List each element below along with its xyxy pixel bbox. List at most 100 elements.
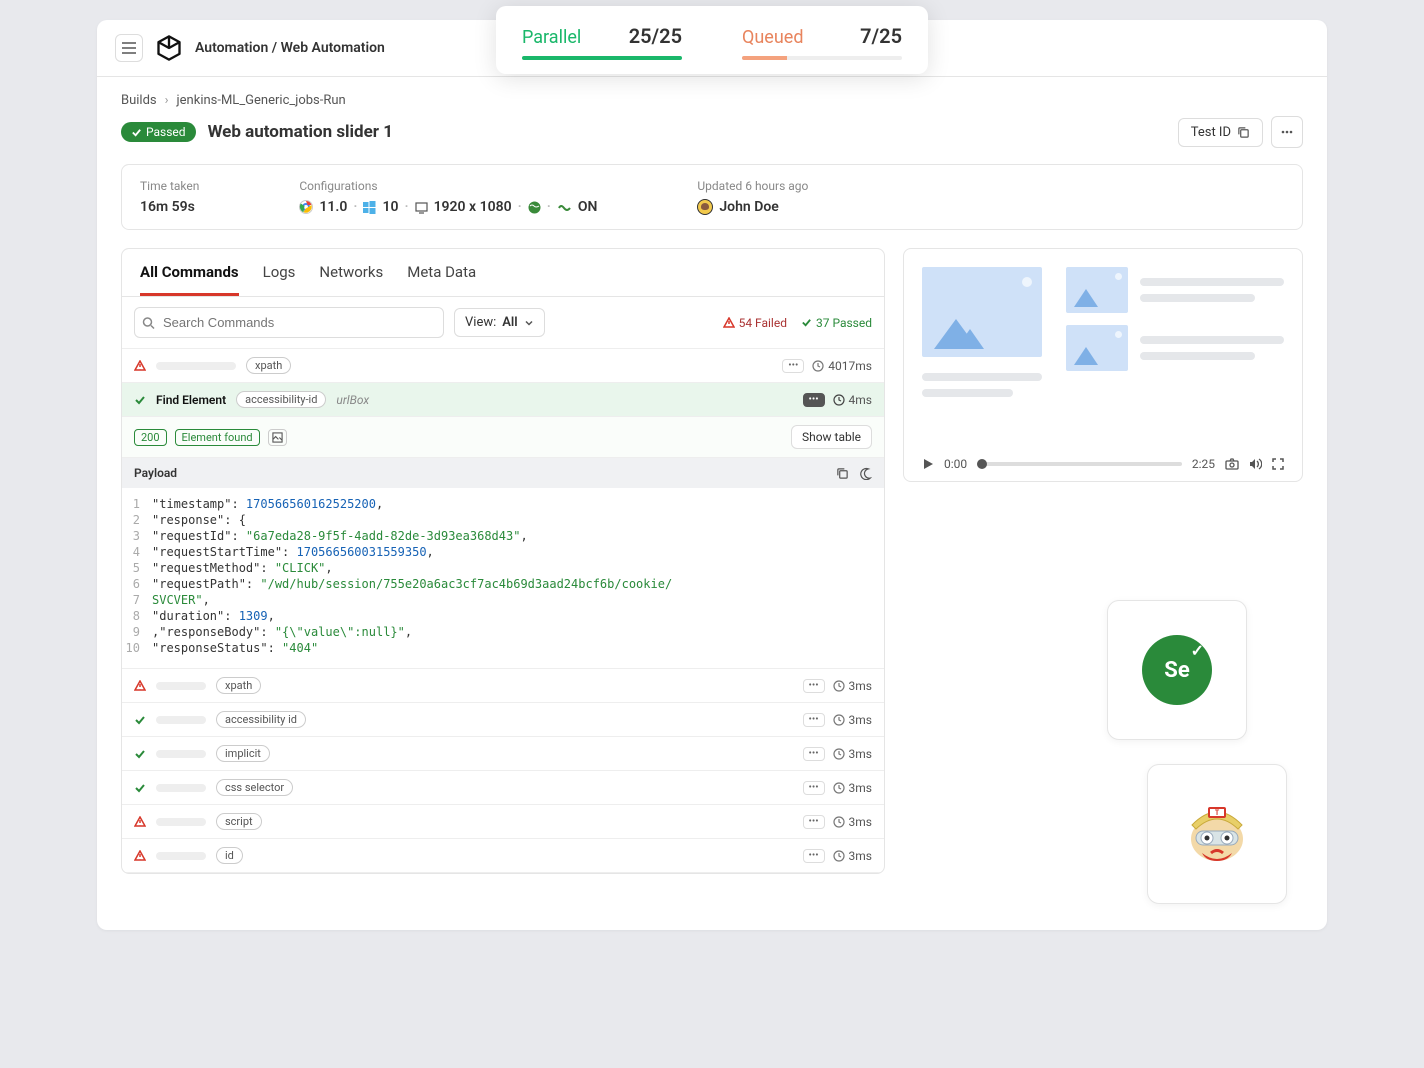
- row-time: 4017ms: [812, 359, 872, 373]
- row-more-button[interactable]: •••: [803, 679, 825, 693]
- row-more-button[interactable]: •••: [803, 781, 825, 795]
- command-row[interactable]: xpath ••• 4017ms: [122, 349, 884, 383]
- video-controls: 0:00 2:25: [922, 457, 1284, 471]
- image-placeholder-icon: [922, 267, 1042, 357]
- command-row[interactable]: id•••3ms: [122, 839, 884, 873]
- image-placeholder-icon: [1066, 325, 1128, 371]
- menu-button[interactable]: [115, 34, 143, 62]
- payload-title: Payload: [134, 466, 177, 480]
- view-filter-button[interactable]: View: All: [454, 308, 545, 337]
- copy-icon[interactable]: [836, 467, 849, 480]
- config-value: 11.0 · 10 · 1920 x 1080 · · ON: [299, 199, 597, 215]
- payload-code: 1"timestamp": 170566560162525200,2 "resp…: [122, 488, 884, 668]
- svg-text:T: T: [1215, 809, 1220, 817]
- theme-icon[interactable]: [859, 467, 872, 480]
- app-window: Parallel 25/25 Queued 7/25 Automation / …: [97, 20, 1327, 930]
- play-icon[interactable]: [922, 458, 934, 470]
- selenium-logo-tile: Se ✓: [1107, 600, 1247, 740]
- locator-tag: css selector: [216, 779, 293, 796]
- row-more-button[interactable]: •••: [782, 359, 804, 373]
- warning-icon: [134, 360, 146, 372]
- status-text: Passed: [146, 125, 186, 139]
- row-more-button[interactable]: •••: [803, 747, 825, 761]
- preview-panel: 0:00 2:25: [903, 248, 1303, 482]
- parallel-value: 25/25: [629, 24, 682, 48]
- command-row[interactable]: css selector ••• 3ms: [122, 771, 884, 805]
- command-row[interactable]: xpath•••3ms: [122, 669, 884, 703]
- camera-icon[interactable]: [1225, 458, 1239, 470]
- updated-label: Updated 6 hours ago: [697, 179, 808, 193]
- chevron-right-icon: ›: [165, 93, 169, 108]
- show-table-button[interactable]: Show table: [791, 425, 872, 449]
- fullscreen-icon[interactable]: [1272, 458, 1284, 470]
- row-more-button[interactable]: •••: [803, 815, 825, 829]
- placeholder-icon: [156, 852, 206, 860]
- main-grid: All Commands Logs Networks Meta Data: [121, 248, 1303, 874]
- result-text-chip: Element found: [175, 429, 260, 446]
- search-input[interactable]: [134, 307, 444, 338]
- command-row[interactable]: implicit ••• 3ms: [122, 737, 884, 771]
- tab-networks[interactable]: Networks: [319, 249, 383, 296]
- resolution-icon: [415, 201, 428, 214]
- counter-card: Parallel 25/25 Queued 7/25: [496, 6, 928, 74]
- parallel-counter: Parallel 25/25: [522, 24, 682, 60]
- placeholder-icon: [156, 784, 206, 792]
- placeholder-icon: [156, 716, 206, 724]
- row-time: 3ms: [833, 747, 872, 761]
- tab-all-commands[interactable]: All Commands: [140, 249, 239, 296]
- tab-metadata[interactable]: Meta Data: [407, 249, 476, 296]
- search-icon: [142, 316, 155, 329]
- image-placeholder-icon: [1066, 267, 1128, 313]
- row-time: 3ms: [833, 781, 872, 795]
- command-row[interactable]: script•••3ms: [122, 805, 884, 839]
- command-row[interactable]: accessibility id•••3ms: [122, 703, 884, 737]
- placeholder-icon: [156, 362, 236, 370]
- travis-logo-tile: T: [1147, 764, 1287, 904]
- command-param: urlBox: [336, 393, 369, 407]
- locator-tag: id: [216, 847, 243, 864]
- volume-icon[interactable]: [1249, 458, 1262, 470]
- locator-tag: xpath: [216, 677, 261, 694]
- row-more-button[interactable]: •••: [803, 849, 825, 863]
- clock-icon: [812, 360, 824, 372]
- row-time: 3ms: [833, 713, 872, 727]
- status-badge: Passed: [121, 122, 196, 142]
- selenium-icon: Se ✓: [1142, 635, 1212, 705]
- command-row-active[interactable]: Find Element accessibility-id urlBox •••…: [122, 383, 884, 417]
- time-taken-label: Time taken: [140, 179, 199, 193]
- test-id-label: Test ID: [1191, 125, 1231, 140]
- video-time-total: 2:25: [1192, 457, 1215, 471]
- check-icon: [134, 748, 146, 760]
- user-name: John Doe: [697, 199, 808, 215]
- breadcrumb-root[interactable]: Builds: [121, 93, 157, 108]
- globe-icon: [528, 201, 541, 214]
- check-icon: [134, 782, 146, 794]
- video-scrubber[interactable]: [977, 462, 1182, 466]
- time-taken-value: 16m 59s: [140, 199, 199, 215]
- row-more-button[interactable]: •••: [803, 713, 825, 727]
- queued-label: Queued: [742, 27, 803, 48]
- view-value: All: [502, 315, 517, 330]
- warning-icon: [134, 816, 146, 828]
- placeholder-icon: [156, 682, 206, 690]
- parallel-label: Parallel: [522, 27, 581, 48]
- queued-value: 7/25: [860, 24, 902, 48]
- filter-row: View: All 54 Failed 37 Passed: [122, 297, 884, 349]
- locator-tag: implicit: [216, 745, 270, 762]
- test-id-button[interactable]: Test ID: [1178, 118, 1263, 147]
- payload-panel: Payload 1"timestamp": 170566560162525200…: [122, 458, 884, 669]
- tab-logs[interactable]: Logs: [263, 249, 296, 296]
- search-box: [134, 307, 444, 338]
- screenshot-icon[interactable]: [268, 429, 287, 446]
- locator-tag: xpath: [246, 357, 291, 374]
- warning-icon: [134, 680, 146, 692]
- check-icon: [134, 394, 146, 406]
- http-status-chip: 200: [134, 429, 167, 446]
- chevron-down-icon: [524, 318, 534, 328]
- status-counts: 54 Failed 37 Passed: [723, 316, 872, 330]
- row-more-button[interactable]: •••: [803, 393, 825, 407]
- logo-icon: [155, 34, 183, 62]
- copy-icon: [1237, 126, 1250, 139]
- more-menu-button[interactable]: [1271, 116, 1303, 148]
- breadcrumb-current[interactable]: jenkins-ML_Generic_jobs-Run: [177, 93, 346, 108]
